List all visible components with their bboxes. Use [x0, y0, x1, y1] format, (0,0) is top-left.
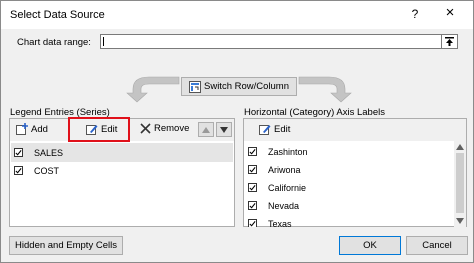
checkmark-icon	[249, 166, 256, 173]
close-button[interactable]: ×	[442, 4, 458, 21]
axis-item-nevada[interactable]: Nevada	[245, 196, 453, 215]
remove-icon	[140, 123, 151, 134]
switch-row-column-label: Switch Row/Column	[204, 81, 289, 92]
title-bar: Select Data Source ? ×	[1, 1, 473, 29]
select-data-source-dialog: Select Data Source ? × Chart data range:…	[0, 0, 474, 263]
axis-item-label: Zashinton	[268, 146, 308, 157]
edit-highlight-box	[68, 117, 130, 142]
add-icon	[16, 123, 28, 135]
legend-checkbox-sales[interactable]	[14, 148, 23, 157]
edit-axis-labels-button[interactable]: Edit	[259, 123, 290, 135]
legend-item-cost[interactable]: COST	[11, 161, 233, 180]
triangle-up-icon	[202, 126, 210, 133]
collapse-range-button[interactable]	[441, 34, 458, 49]
axis-labels-header: Horizontal (Category) Axis Labels	[244, 107, 385, 118]
checkmark-icon	[249, 184, 256, 191]
legend-item-label: SALES	[34, 147, 64, 158]
legend-item-label: COST	[34, 165, 60, 176]
dialog-title: Select Data Source	[10, 9, 105, 21]
collapse-arrow-icon	[445, 37, 454, 46]
triangle-down-icon	[220, 126, 228, 133]
ok-button[interactable]: OK	[339, 236, 401, 255]
checkmark-icon	[249, 202, 256, 209]
legend-checkbox-cost[interactable]	[14, 166, 23, 175]
checkmark-icon	[249, 220, 256, 227]
checkmark-icon	[15, 149, 22, 156]
hidden-empty-cells-button[interactable]: Hidden and Empty Cells	[9, 236, 123, 255]
edit-icon	[259, 125, 271, 135]
axis-checkbox[interactable]	[248, 165, 257, 174]
axis-item-texas[interactable]: Texas	[245, 214, 453, 227]
chart-data-range-label: Chart data range:	[17, 37, 91, 48]
right-curved-arrow-icon	[298, 76, 352, 103]
add-series-button[interactable]: Add	[16, 123, 48, 135]
axis-item-zashinton[interactable]: Zashinton	[245, 142, 453, 161]
axis-labels-panel: Edit Zashinton Ariwona Californie Nevada	[243, 118, 467, 227]
left-curved-arrow-icon	[126, 76, 180, 103]
cancel-label: Cancel	[422, 240, 452, 251]
scroll-up-icon[interactable]	[456, 144, 464, 150]
checkmark-icon	[15, 167, 22, 174]
axis-checkbox[interactable]	[248, 201, 257, 210]
axis-item-label: Texas	[268, 218, 292, 228]
axis-item-label: Ariwona	[268, 164, 301, 175]
text-caret	[103, 37, 104, 46]
axis-checkbox[interactable]	[248, 147, 257, 156]
axis-list-scrollbar[interactable]	[454, 141, 466, 227]
chart-data-range-input[interactable]	[100, 34, 458, 49]
checkmark-icon	[249, 148, 256, 155]
legend-item-sales[interactable]: SALES	[11, 143, 233, 162]
scrollbar-thumb[interactable]	[456, 153, 464, 213]
switch-row-column-button[interactable]: Switch Row/Column	[181, 77, 297, 96]
add-label: Add	[31, 123, 48, 135]
ok-label: OK	[363, 240, 377, 251]
axis-item-label: Nevada	[268, 200, 300, 211]
axis-item-ariwona[interactable]: Ariwona	[245, 160, 453, 179]
help-button[interactable]: ?	[407, 7, 423, 21]
axis-item-californie[interactable]: Californie	[245, 178, 453, 197]
axis-toolbar: Edit	[244, 119, 466, 141]
scroll-down-icon[interactable]	[456, 218, 464, 224]
hidden-empty-cells-label: Hidden and Empty Cells	[15, 240, 117, 251]
axis-item-label: Californie	[268, 182, 307, 193]
axis-checkbox[interactable]	[248, 219, 257, 227]
axis-list: Zashinton Ariwona Californie Nevada Texa…	[244, 141, 454, 227]
remove-series-button[interactable]: Remove	[140, 123, 189, 134]
move-down-button[interactable]	[216, 122, 232, 137]
edit-axis-label: Edit	[274, 123, 291, 135]
cancel-button[interactable]: Cancel	[406, 236, 468, 255]
move-up-button[interactable]	[198, 122, 214, 137]
remove-label: Remove	[154, 123, 190, 134]
switch-icon	[189, 80, 201, 93]
axis-checkbox[interactable]	[248, 183, 257, 192]
